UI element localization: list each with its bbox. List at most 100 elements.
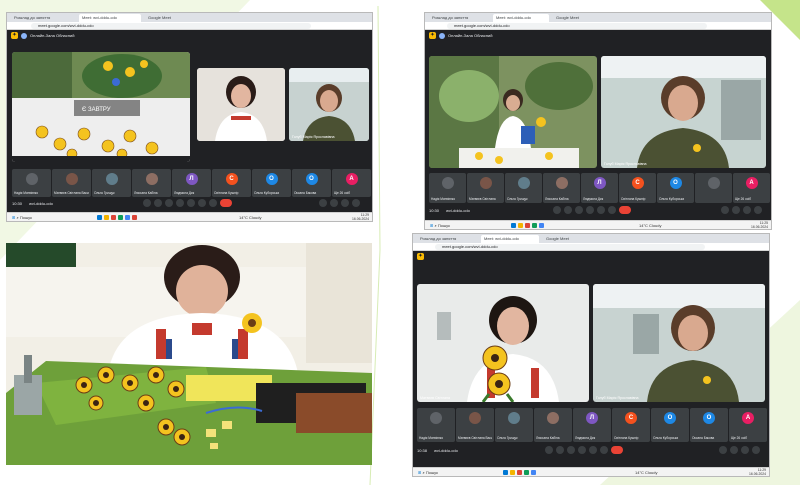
- participant-tile[interactable]: Л Людмила Дик: [573, 408, 611, 442]
- participant-tile[interactable]: Матвєєв Світлана Васильова: [52, 169, 91, 197]
- participant-tile-speaker[interactable]: Голуб Марія Ярославівна: [593, 284, 765, 402]
- participant-tile[interactable]: А Ще 26 осіб: [733, 173, 770, 203]
- participant-tile[interactable]: А Ще 26 осіб: [729, 408, 767, 442]
- end-call-button[interactable]: [611, 446, 623, 454]
- url-field[interactable]: meet.google.com/wvi-dddu-cdo: [31, 23, 311, 29]
- participant-tile[interactable]: А Ще 26 осіб: [332, 169, 371, 197]
- captions-button[interactable]: [567, 446, 575, 454]
- browser-tab-active[interactable]: Meet: wvi-dddu-cdo: [481, 235, 539, 243]
- participant-tile[interactable]: Люсьєна Кабіна: [543, 173, 580, 203]
- system-clock[interactable]: 11:29 16.06.2024: [749, 468, 766, 476]
- participant-tile[interactable]: О Ольга Куборська: [657, 173, 694, 203]
- chrome-icon[interactable]: [525, 223, 530, 228]
- account-avatar[interactable]: [21, 33, 27, 39]
- participant-tile[interactable]: Матвєєв Світлана: [467, 173, 504, 203]
- chat-button[interactable]: [341, 199, 349, 207]
- participant-tile[interactable]: О Ольга Куборська: [651, 408, 689, 442]
- app-icon[interactable]: [532, 223, 537, 228]
- app-icon[interactable]: [118, 215, 123, 220]
- camera-button[interactable]: [154, 199, 162, 207]
- url-field[interactable]: meet.google.com/wvi-dddu-cdo: [435, 244, 705, 250]
- chrome-icon[interactable]: [517, 470, 522, 475]
- windows-start-icon[interactable]: ⊞: [418, 470, 421, 475]
- participant-tile[interactable]: Л Людмила Дик: [581, 173, 618, 203]
- edge-icon[interactable]: [97, 215, 102, 220]
- end-call-button[interactable]: [619, 206, 631, 214]
- browser-tab-active[interactable]: Meet: wvi-dddu-cdo: [79, 14, 141, 22]
- reactions-button[interactable]: [578, 446, 586, 454]
- browser-tab[interactable]: Google Meet: [553, 14, 601, 22]
- activities-button[interactable]: [752, 446, 760, 454]
- participant-tile[interactable]: С Світлана Кушнір: [612, 408, 650, 442]
- participant-tile[interactable]: Надія Матвієнко: [429, 173, 466, 203]
- taskbar-search[interactable]: ⊞ ⌕ Пошук: [12, 214, 32, 221]
- participant-tile-presenter[interactable]: Матвєєв Світлана: [417, 284, 589, 402]
- app-icon[interactable]: [125, 215, 130, 220]
- people-button[interactable]: [330, 199, 338, 207]
- participant-tile[interactable]: Ольга Грищук: [92, 169, 131, 197]
- system-clock[interactable]: 11:25 16.06.2024: [751, 221, 768, 229]
- app-icon[interactable]: [132, 215, 137, 220]
- app-icon[interactable]: [539, 223, 544, 228]
- captions-button[interactable]: [165, 199, 173, 207]
- browser-tab-active[interactable]: Meet: wvi-dddu-cdo: [493, 14, 549, 22]
- raise-hand-button[interactable]: [600, 446, 608, 454]
- info-button[interactable]: [319, 199, 327, 207]
- more-options-button[interactable]: [209, 199, 217, 207]
- participant-tile[interactable]: С Світлана Кушнір: [212, 169, 251, 197]
- participant-tile[interactable]: Люсьєна Кабіна: [534, 408, 572, 442]
- participant-tile[interactable]: Надія Матвієнко: [12, 169, 51, 197]
- browser-tab[interactable]: Розклад до заняття: [11, 14, 75, 22]
- weather-widget[interactable]: 14°C Cloudy: [635, 469, 658, 476]
- mic-button[interactable]: [553, 206, 561, 214]
- chat-button[interactable]: [743, 206, 751, 214]
- camera-button[interactable]: [556, 446, 564, 454]
- participant-tile[interactable]: О Ольга Куборська: [252, 169, 291, 197]
- reactions-button[interactable]: [176, 199, 184, 207]
- end-call-button[interactable]: [220, 199, 232, 207]
- participant-tile[interactable]: Матвєєв Світлана Васильова: [456, 408, 494, 442]
- activities-button[interactable]: [352, 199, 360, 207]
- info-button[interactable]: [721, 206, 729, 214]
- browser-tab[interactable]: Розклад до заняття: [417, 235, 477, 243]
- participant-tile[interactable]: Ольга Грищук: [505, 173, 542, 203]
- edge-icon[interactable]: [511, 223, 516, 228]
- present-button[interactable]: [589, 446, 597, 454]
- people-button[interactable]: [730, 446, 738, 454]
- folder-icon[interactable]: [510, 470, 515, 475]
- info-button[interactable]: [719, 446, 727, 454]
- presentation-tile[interactable]: [429, 56, 597, 168]
- participant-tile[interactable]: Надія Матвієнко: [417, 408, 455, 442]
- folder-icon[interactable]: [518, 223, 523, 228]
- browser-tab[interactable]: Розклад до заняття: [429, 14, 489, 22]
- participant-tile[interactable]: С Світлана Кушнір: [619, 173, 656, 203]
- camera-button[interactable]: [564, 206, 572, 214]
- presentation-tile[interactable]: Є ЗАВТРУ: [12, 52, 190, 162]
- participant-tile[interactable]: [695, 173, 732, 203]
- windows-start-icon[interactable]: ⊞: [12, 215, 15, 220]
- people-button[interactable]: [732, 206, 740, 214]
- participant-tile[interactable]: О Оксана Бакова: [292, 169, 331, 197]
- present-button[interactable]: [597, 206, 605, 214]
- weather-widget[interactable]: 14°C Cloudy: [639, 222, 662, 229]
- app-icon[interactable]: [524, 470, 529, 475]
- mic-button[interactable]: [143, 199, 151, 207]
- system-clock[interactable]: 11:29 16.06.2024: [352, 213, 369, 221]
- participant-tile[interactable]: О Оксана Бакова: [690, 408, 728, 442]
- app-icon[interactable]: [531, 470, 536, 475]
- participant-tile[interactable]: Люсьєна Кабіна: [132, 169, 171, 197]
- captions-button[interactable]: [575, 206, 583, 214]
- taskbar-search[interactable]: ⊞ ⌕ Пошук: [430, 222, 450, 229]
- windows-start-icon[interactable]: ⊞: [430, 223, 433, 228]
- mic-button[interactable]: [545, 446, 553, 454]
- present-button[interactable]: [187, 199, 195, 207]
- participant-tile-speaker[interactable]: Голуб Марія Ярославівна: [601, 56, 766, 168]
- raise-hand-button[interactable]: [198, 199, 206, 207]
- chat-button[interactable]: [741, 446, 749, 454]
- taskbar-search[interactable]: ⊞ ⌕ Пошук: [418, 469, 438, 476]
- browser-tab[interactable]: Google Meet: [145, 14, 195, 22]
- participant-tile[interactable]: Л Людмила Дик: [172, 169, 211, 197]
- url-field[interactable]: meet.google.com/wvi-dddu-cdo: [447, 23, 707, 29]
- edge-icon[interactable]: [503, 470, 508, 475]
- weather-widget[interactable]: 14°C Cloudy: [239, 214, 262, 221]
